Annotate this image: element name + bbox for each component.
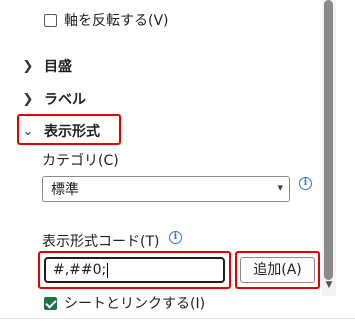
section-tick-marks-label: 目盛 <box>44 59 72 75</box>
axis-reverse-option[interactable]: 軸を反転する(V) <box>44 10 169 30</box>
divider <box>0 318 355 319</box>
category-select[interactable]: 標準 ▾ <box>42 176 290 202</box>
format-code-label: 表示形式コード(T) <box>42 234 160 250</box>
format-code-label-row: 表示形式コード(T) <box>42 231 159 251</box>
link-source-checkbox[interactable] <box>44 296 57 310</box>
format-code-input[interactable]: #,##0; <box>44 257 225 283</box>
category-label: カテゴリ(C) <box>42 153 119 169</box>
add-format-button[interactable]: 追加(A) <box>240 257 315 283</box>
format-axis-pane: 軸を反転する(V) ❯ 目盛 ❯ ラベル ⌄ 表示形式 カテゴリ(C) 標準 ▾… <box>0 0 355 328</box>
category-label-row: カテゴリ(C) <box>42 150 119 170</box>
format-code-value: #,##0; <box>53 262 107 278</box>
section-labels[interactable]: ❯ ラベル <box>20 89 86 109</box>
axis-reverse-label: 軸を反転する(V) <box>64 13 169 29</box>
link-source-option[interactable]: シートとリンクする(I) <box>44 293 205 313</box>
scroll-down-icon[interactable]: ▼ <box>323 280 335 292</box>
section-number-label: 表示形式 <box>44 124 100 140</box>
category-selected-value: 標準 <box>51 182 79 198</box>
section-tick-marks[interactable]: ❯ 目盛 <box>20 56 72 76</box>
chevron-right-icon: ❯ <box>22 91 34 107</box>
info-icon[interactable]: i <box>169 231 182 244</box>
axis-reverse-checkbox[interactable] <box>44 13 57 27</box>
section-number[interactable]: ⌄ 表示形式 <box>20 121 100 141</box>
info-icon[interactable]: i <box>299 177 312 190</box>
chevron-down-icon: ▾ <box>277 181 283 194</box>
chevron-right-icon: ❯ <box>22 58 34 74</box>
link-source-label: シートとリンクする(I) <box>64 296 206 312</box>
scrollbar-thumb[interactable] <box>324 0 333 280</box>
text-caret <box>107 262 109 278</box>
chevron-down-icon: ⌄ <box>22 123 34 139</box>
section-labels-label: ラベル <box>44 92 86 108</box>
